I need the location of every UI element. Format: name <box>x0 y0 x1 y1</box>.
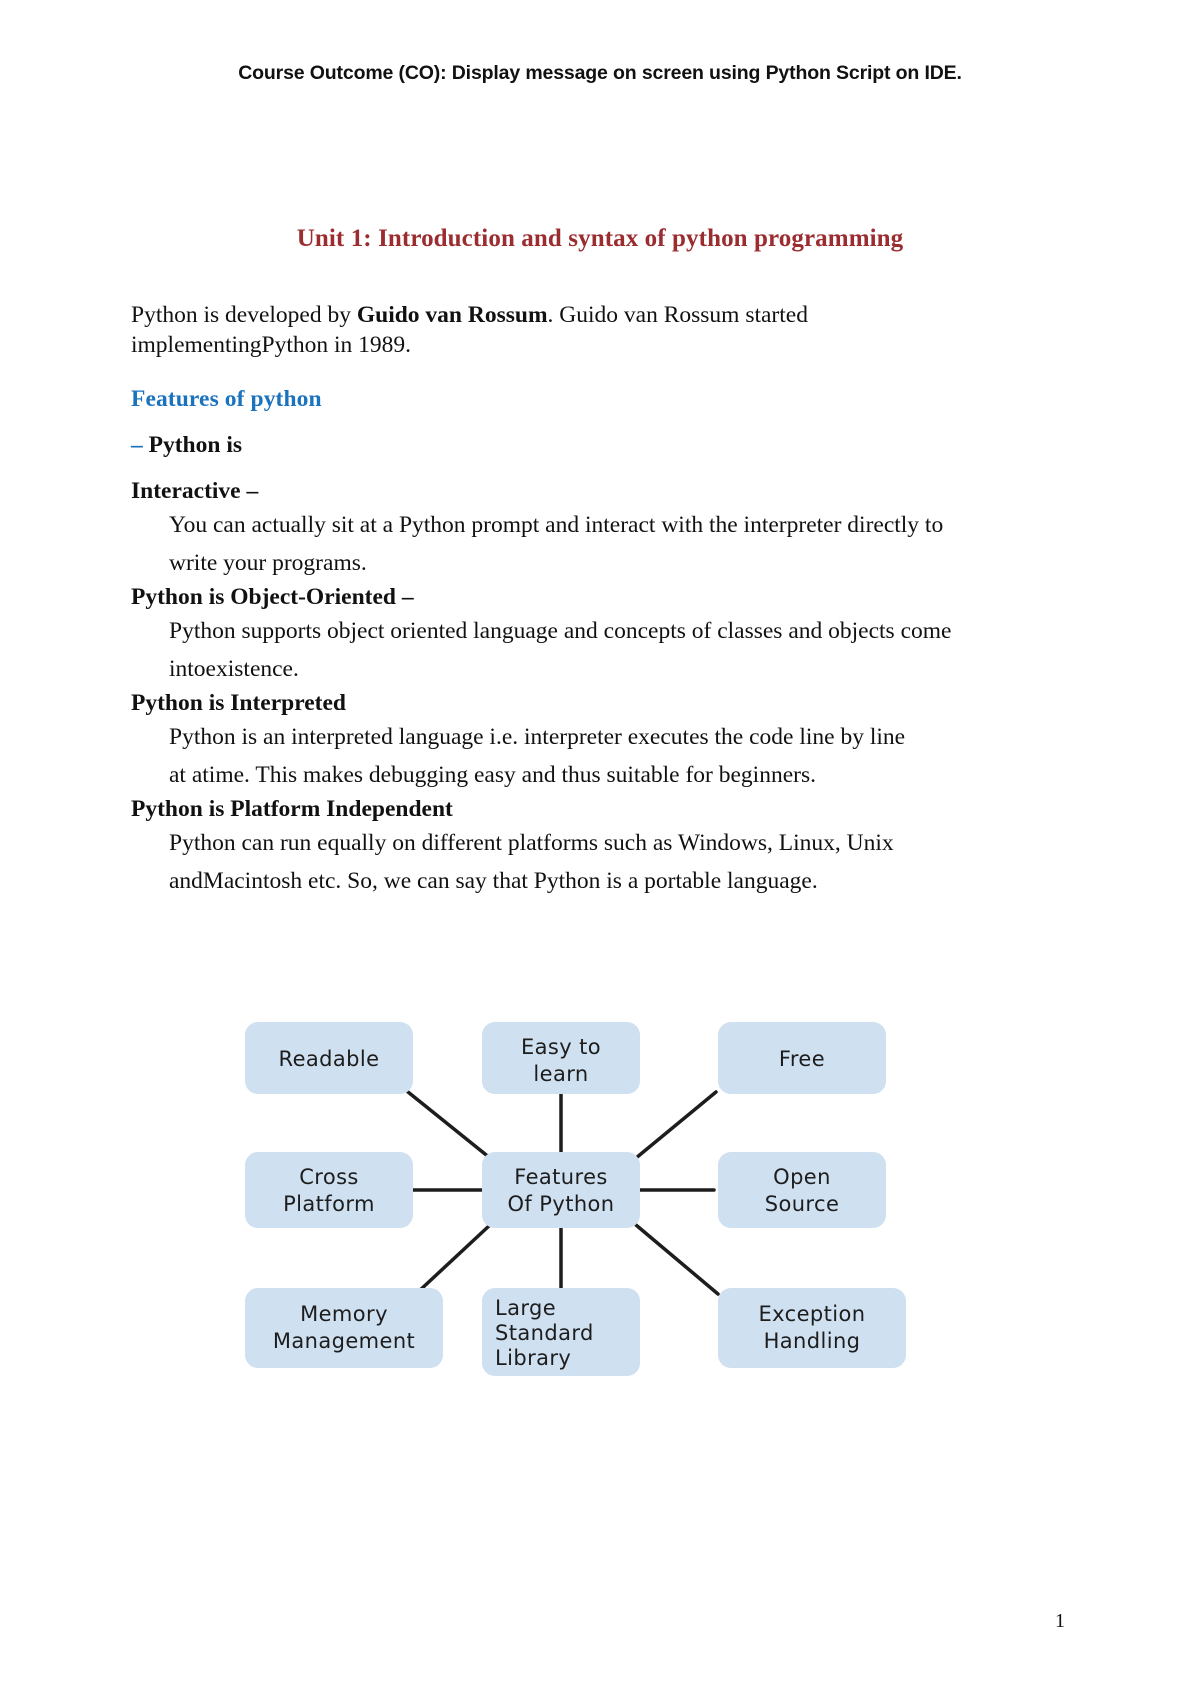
node-readable: Readable <box>245 1022 413 1094</box>
node-label-memory-management-line2: Management <box>273 1329 415 1353</box>
intro-paragraph: Python is developed by Guido van Rossum.… <box>131 300 993 360</box>
section-body-interactive: You can actually sit at a Python prompt … <box>131 506 993 582</box>
page-number: 1 <box>1055 1610 1065 1632</box>
node-label-exception-handling-line2: Handling <box>764 1329 861 1353</box>
node-easy-to-learn: Easy to learn <box>482 1022 640 1094</box>
node-label-open-source-line1: Open <box>773 1165 831 1189</box>
section-line: write your programs. <box>169 550 367 576</box>
node-cross-platform: Cross Platform <box>245 1152 413 1228</box>
node-memory-management: Memory Management <box>245 1288 443 1368</box>
intro-line2: implementingPython in 1989. <box>131 332 412 358</box>
node-label-open-source-line2: Source <box>765 1192 840 1216</box>
python-is-heading: – Python is <box>131 430 993 460</box>
node-label-memory-management-line1: Memory <box>300 1302 388 1326</box>
node-label-large-standard-library-line3: Library <box>495 1346 571 1370</box>
node-label-easy-to-learn-line1: Easy to <box>521 1035 601 1059</box>
node-large-standard-library: Large Standard Library <box>482 1288 640 1376</box>
document-page: Course Outcome (CO): Display message on … <box>0 0 1200 1697</box>
node-label-cross-platform-line1: Cross <box>299 1165 359 1189</box>
section-heading-object-oriented: Python is Object-Oriented – <box>131 584 414 610</box>
dash-marker: – <box>131 432 149 458</box>
section-line: andMacintosh etc. So, we can say that Py… <box>169 868 818 894</box>
section-body-interpreted: Python is an interpreted language i.e. i… <box>131 718 993 794</box>
section-body-platform-independent: Python can run equally on different plat… <box>131 824 993 900</box>
node-label-center-line1: Features <box>514 1165 608 1189</box>
section-line: Python can run equally on different plat… <box>169 830 894 856</box>
page-title: Unit 1: Introduction and syntax of pytho… <box>296 225 904 252</box>
node-label-readable: Readable <box>279 1047 380 1071</box>
node-label-easy-to-learn-line2: learn <box>533 1062 588 1086</box>
section-heading-platform-independent: Python is Platform Independent <box>131 796 453 822</box>
section-line: intoexistence. <box>169 656 299 682</box>
section-line: You can actually sit at a Python prompt … <box>169 512 944 538</box>
intro-text-after: . Guido van Rossum started <box>547 302 808 328</box>
node-free: Free <box>718 1022 886 1094</box>
intro-text-before: Python is developed by <box>131 302 357 328</box>
section-heading-interactive: Interactive – <box>131 478 259 504</box>
node-label-free: Free <box>779 1047 825 1071</box>
connector-readable <box>406 1090 492 1160</box>
node-label-cross-platform-line2: Platform <box>283 1192 375 1216</box>
connector-free <box>634 1090 718 1160</box>
connector-memory-management <box>416 1223 492 1294</box>
section-body-object-oriented: Python supports object oriented language… <box>131 612 993 688</box>
node-label-center-line2: Of Python <box>508 1192 615 1216</box>
node-label-large-standard-library-line2: Standard <box>495 1321 594 1345</box>
python-is-label: Python is <box>148 432 242 458</box>
node-center-features-of-python: Features Of Python <box>482 1152 640 1228</box>
connector-exception-handling <box>634 1223 720 1296</box>
section-line: at atime. This makes debugging easy and … <box>169 762 816 788</box>
running-header: Course Outcome (CO): Display message on … <box>238 62 962 84</box>
section-line: Python supports object oriented language… <box>169 618 952 644</box>
node-label-exception-handling-line1: Exception <box>759 1302 866 1326</box>
guido-van-rossum-bold: Guido van Rossum <box>356 302 548 328</box>
node-label-large-standard-library-line1: Large <box>495 1296 556 1320</box>
node-exception-handling: Exception Handling <box>718 1288 906 1368</box>
features-of-python-diagram: Readable Easy to learn Free Cross Platfo… <box>232 1000 932 1400</box>
section-line: Python is an interpreted language i.e. i… <box>169 724 906 750</box>
document-body: Python is developed by Guido van Rossum.… <box>131 300 993 900</box>
section-heading-interpreted: Python is Interpreted <box>131 690 346 716</box>
node-open-source: Open Source <box>718 1152 886 1228</box>
features-of-python-heading: Features of python <box>131 386 322 412</box>
